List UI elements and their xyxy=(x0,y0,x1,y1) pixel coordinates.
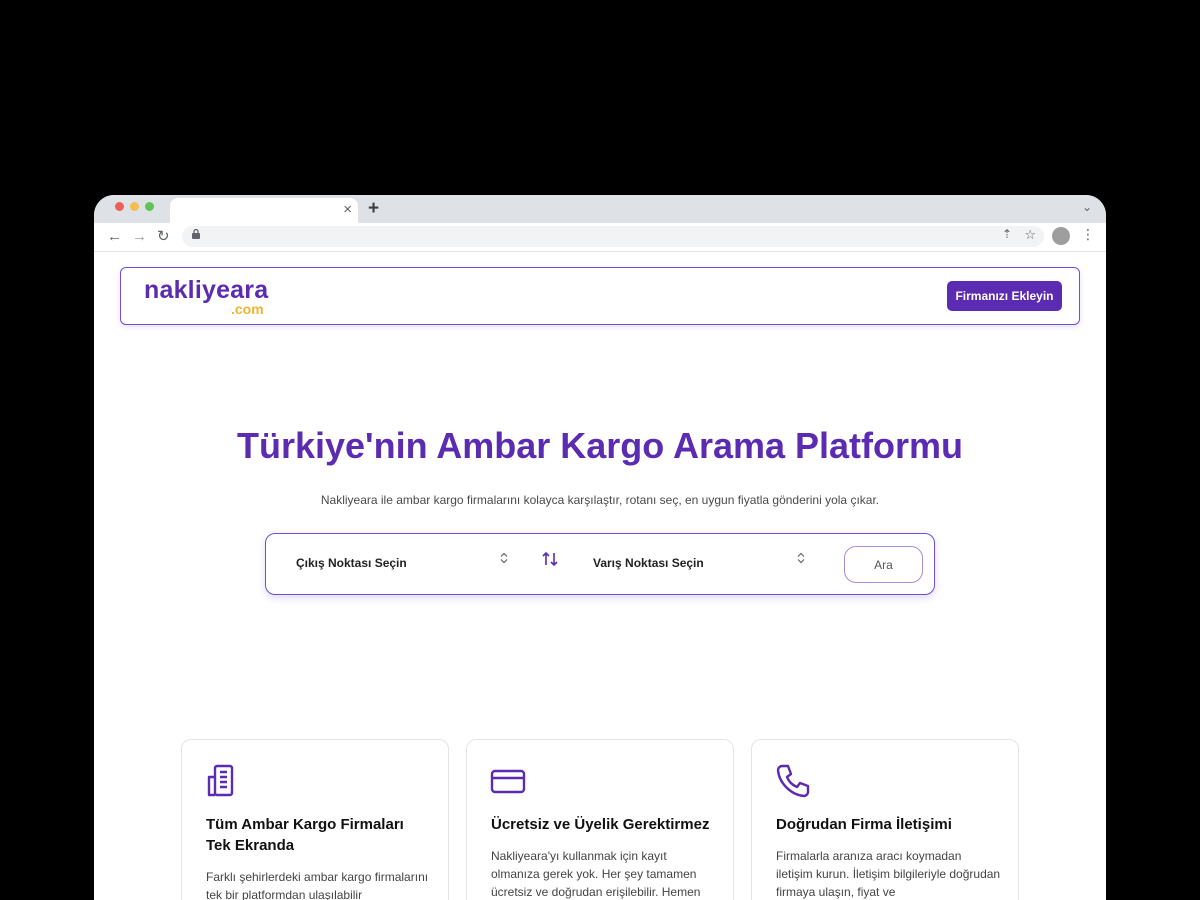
feature-card: Ücretsiz ve Üyelik Gerektirmez Nakliyear… xyxy=(466,739,734,900)
star-icon[interactable]: ☆ xyxy=(1024,227,1036,243)
page-content: nakliyeara .com Firmanızı Ekleyin Türkiy… xyxy=(94,253,1106,900)
phone-icon xyxy=(775,763,811,799)
feature-text: Firmalarla aranıza aracı koymadan iletiş… xyxy=(776,849,1001,899)
close-window-button[interactable] xyxy=(115,202,124,211)
feature-card: Doğrudan Firma İletişimi Firmalarla aran… xyxy=(751,739,1019,900)
forward-button[interactable]: → xyxy=(132,227,147,247)
feature-card: Tüm Ambar Kargo Firmaları Tek Ekranda Fa… xyxy=(181,739,449,900)
feature-text: Farklı şehirlerdeki ambar kargo firmalar… xyxy=(206,870,429,900)
back-button[interactable]: ← xyxy=(107,227,122,247)
select-arrows-icon xyxy=(796,552,806,566)
swap-direction-icon[interactable] xyxy=(541,551,559,572)
menu-icon[interactable]: ⋮ xyxy=(1081,226,1095,243)
add-company-button[interactable]: Firmanızı Ekleyin xyxy=(947,281,1062,311)
hero-subtitle: Nakliyeara ile ambar kargo firmalarını k… xyxy=(320,493,880,507)
reload-button[interactable]: ↻ xyxy=(157,227,170,247)
feature-text: Nakliyeara'yı kullanmak için kayıt olman… xyxy=(491,849,701,899)
address-bar[interactable]: ⇡ ☆ xyxy=(182,226,1044,247)
feature-title: Ücretsiz ve Üyelik Gerektirmez xyxy=(491,816,710,833)
search-button[interactable]: Ara xyxy=(844,546,923,583)
route-search-bar: Çıkış Noktası Seçin Varış Noktası Seçin … xyxy=(265,533,935,595)
close-icon[interactable]: × xyxy=(343,201,352,219)
feature-title: Doğrudan Firma İletişimi xyxy=(776,816,952,833)
credit-card-icon xyxy=(490,763,526,799)
lock-icon xyxy=(192,228,200,242)
minimize-window-button[interactable] xyxy=(130,202,139,211)
destination-select[interactable]: Varış Noktası Seçin xyxy=(593,556,704,570)
page-title: Türkiye'nin Ambar Kargo Arama Platformu xyxy=(236,425,964,466)
site-header: nakliyeara .com Firmanızı Ekleyin xyxy=(120,267,1080,325)
logo-suffix: .com xyxy=(231,301,264,317)
profile-avatar[interactable] xyxy=(1052,227,1070,245)
browser-window: × + ⌄ ← → ↻ ⇡ ☆ ⋮ nakliyeara .com Firman… xyxy=(94,195,1106,900)
maximize-window-button[interactable] xyxy=(145,202,154,211)
tab-strip: × + ⌄ xyxy=(94,195,1106,223)
share-icon[interactable]: ⇡ xyxy=(1002,227,1012,241)
building-icon xyxy=(205,763,241,799)
origin-select[interactable]: Çıkış Noktası Seçin xyxy=(296,556,407,570)
select-arrows-icon xyxy=(499,552,509,566)
active-tab[interactable]: × xyxy=(170,198,358,223)
chevron-down-icon[interactable]: ⌄ xyxy=(1082,200,1092,214)
new-tab-button[interactable]: + xyxy=(368,197,379,221)
feature-title: Tüm Ambar Kargo Firmaları Tek Ekranda xyxy=(206,816,404,854)
browser-toolbar: ← → ↻ ⇡ ☆ ⋮ xyxy=(94,223,1106,252)
